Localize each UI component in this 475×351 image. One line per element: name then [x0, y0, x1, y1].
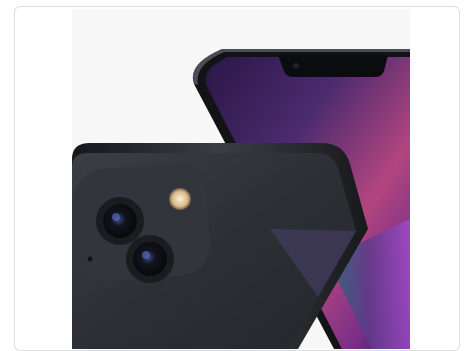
product-image[interactable]	[72, 9, 410, 349]
flash-icon	[169, 188, 191, 210]
phone-illustration	[72, 49, 410, 349]
product-card	[14, 6, 460, 351]
